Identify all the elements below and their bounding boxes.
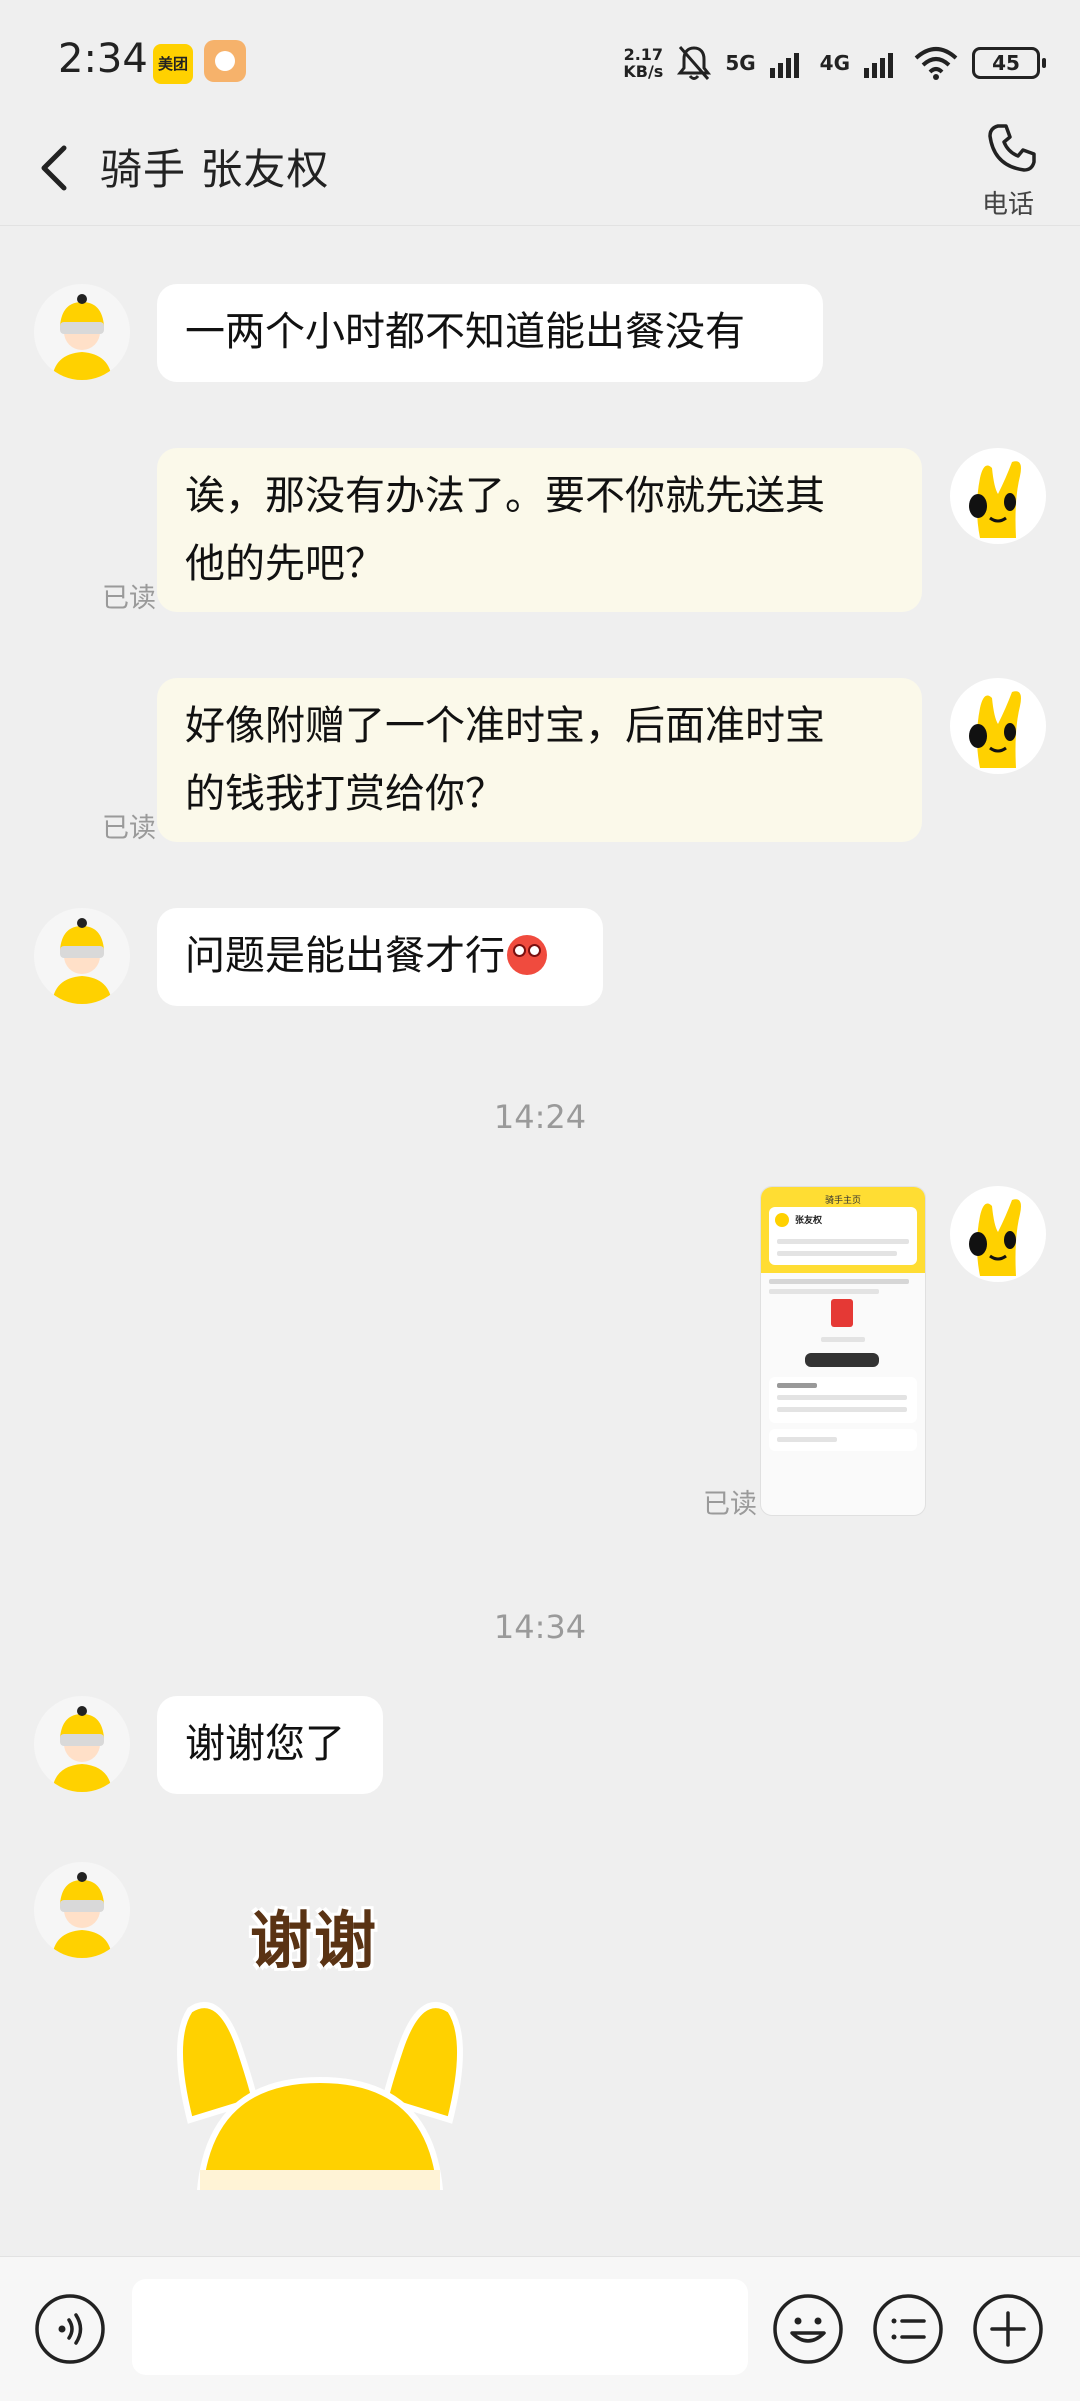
- quick-reply-icon[interactable]: [872, 2293, 944, 2365]
- sticker-text: 谢谢: [250, 1904, 379, 1977]
- signal-icon: [769, 53, 799, 78]
- battery-icon: 45: [972, 47, 1046, 79]
- thumbnail-line: [777, 1395, 907, 1400]
- message-text: 谢谢您了: [185, 1721, 345, 1767]
- timestamp: 14:24: [493, 1098, 587, 1136]
- rider-avatar[interactable]: [34, 284, 130, 380]
- thumbnail-header: 骑手主页 张友权: [761, 1187, 925, 1273]
- meituan-app-icon: 美团: [153, 44, 193, 84]
- read-receipt: 已读: [102, 813, 156, 844]
- wifi-icon: [914, 47, 958, 80]
- thumbnail-line: [769, 1279, 909, 1284]
- thumbnail-line: [777, 1251, 897, 1256]
- status-time: 2:34: [58, 36, 148, 82]
- thumbnail-line: [777, 1437, 837, 1442]
- rider-avatar-icon: [52, 1706, 112, 1792]
- thumbnail-button: [805, 1353, 879, 1367]
- thumbnail-line: [777, 1239, 909, 1244]
- status-bar: 2:34 美团 2.17 KB/s 5G 4G 45: [0, 0, 1080, 120]
- bell-muted-icon: [677, 46, 712, 80]
- my-avatar-icon: [969, 691, 1021, 768]
- message-text: 的钱我打赏给你？: [185, 771, 505, 817]
- message-bubble-in[interactable]: 一两个小时都不知道能出餐没有: [157, 284, 823, 382]
- message-text: 他的先吧？: [185, 541, 385, 587]
- message-bubble-out[interactable]: 诶，那没有办法了。要不你就先送其 他的先吧？: [157, 448, 922, 612]
- status-right: 2.17 KB/s 5G 4G 45: [623, 38, 1046, 88]
- emoji-icon[interactable]: [772, 2293, 844, 2365]
- thumbnail-line: [777, 1383, 817, 1388]
- rider-avatar[interactable]: [34, 1696, 130, 1792]
- message-bubble-in[interactable]: 问题是能出餐才行: [157, 908, 603, 1006]
- thumbnail-line: [777, 1407, 907, 1412]
- message-text: 诶，那没有办法了。要不你就先送其: [185, 473, 825, 519]
- thumbnail-section: [769, 1377, 917, 1423]
- voice-input-icon[interactable]: [34, 2293, 106, 2365]
- network-5g: 5G: [725, 51, 756, 75]
- input-bar: [0, 2256, 1080, 2401]
- read-receipt: 已读: [102, 583, 156, 614]
- speed-value: 2.17: [623, 45, 664, 64]
- thumbnail-line: [769, 1289, 879, 1294]
- chat-header: 骑手 张友权 电话: [0, 120, 1080, 226]
- bunny-ears-icon: [177, 2002, 463, 2190]
- rider-avatar[interactable]: [34, 908, 130, 1004]
- rider-avatar-icon: [52, 918, 112, 1004]
- my-avatar-icon: [969, 461, 1021, 538]
- timestamp: 14:34: [493, 1608, 587, 1646]
- network-speed: 2.17 KB/s: [623, 46, 663, 80]
- notification-app-icon: [204, 40, 246, 82]
- thumbnail-name: 张友权: [795, 1216, 823, 1226]
- add-icon[interactable]: [972, 2293, 1044, 2365]
- network-4g: 4G: [819, 51, 850, 75]
- rider-avatar[interactable]: [34, 1862, 130, 1958]
- thumbnail-title: 骑手主页: [824, 1196, 861, 1206]
- speed-unit: KB/s: [623, 62, 664, 81]
- message-text: 好像附赠了一个准时宝，后面准时宝: [185, 703, 825, 749]
- thumbnail-line: [821, 1337, 865, 1342]
- my-avatar-icon: [969, 1199, 1021, 1276]
- phone-icon[interactable]: [984, 120, 1040, 176]
- message-input[interactable]: [132, 2279, 748, 2375]
- thumbnail-profile-card: 张友权: [769, 1207, 917, 1265]
- call-label[interactable]: 电话: [982, 184, 1034, 221]
- rolling-eyes-emoji-icon: [507, 935, 547, 975]
- read-receipt: 已读: [703, 1489, 757, 1520]
- thumbnail-avatar: [775, 1213, 789, 1227]
- my-avatar[interactable]: [950, 448, 1046, 544]
- rider-avatar-icon: [52, 1872, 112, 1958]
- my-avatar[interactable]: [950, 1186, 1046, 1282]
- thumbnail-section: [769, 1429, 917, 1451]
- my-avatar[interactable]: [950, 678, 1046, 774]
- back-arrow-icon[interactable]: [34, 138, 74, 198]
- message-bubble-in[interactable]: 谢谢您了: [157, 1696, 383, 1794]
- rider-avatar-icon: [52, 294, 112, 380]
- thanks-sticker[interactable]: 谢谢: [160, 1890, 480, 2190]
- message-text: 一两个小时都不知道能出餐没有: [185, 309, 745, 355]
- message-text: 问题是能出餐才行: [185, 933, 505, 979]
- red-envelope-icon: [831, 1299, 853, 1327]
- image-message-thumbnail[interactable]: 骑手主页 张友权: [760, 1186, 926, 1516]
- message-bubble-out[interactable]: 好像附赠了一个准时宝，后面准时宝 的钱我打赏给你？: [157, 678, 922, 842]
- page-title: 骑手 张友权: [100, 145, 330, 194]
- signal-icon-2: [864, 53, 893, 78]
